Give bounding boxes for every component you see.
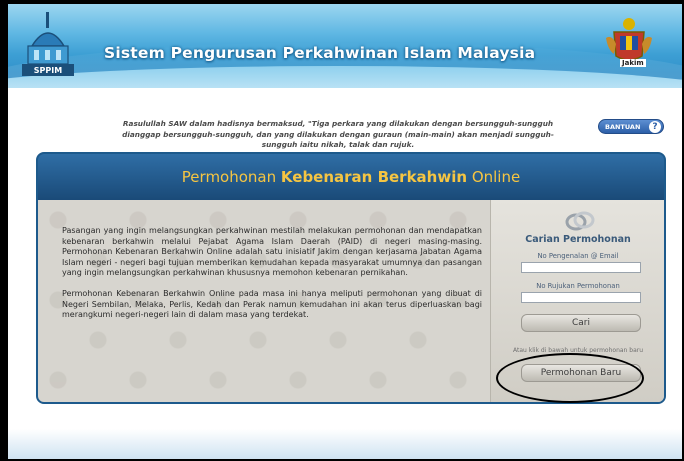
panel-title: Permohonan Kebenaran Berkahwin Online xyxy=(38,168,664,186)
wedding-rings-icon xyxy=(565,211,595,231)
ref-field-label: No Rujukan Permohonan xyxy=(536,282,620,290)
description-paragraph: Permohonan Kebenaran Berkahwin Online pa… xyxy=(62,288,482,320)
id-email-input[interactable] xyxy=(521,262,641,273)
hadith-quote: Rasulullah SAW dalam hadisnya bermaksud,… xyxy=(122,119,554,149)
panel-header: Permohonan Kebenaran Berkahwin Online xyxy=(38,154,664,200)
help-button[interactable]: BANTUAN ? xyxy=(598,119,664,134)
highlight-ellipse xyxy=(496,353,644,403)
description-paragraph: Pasangan yang ingin melangsungkan perkah… xyxy=(62,226,482,278)
description-text: Pasangan yang ingin melangsungkan perkah… xyxy=(62,226,482,331)
sppim-logo-icon: SPPIM xyxy=(22,12,74,76)
panel-title-bold: Kebenaran Berkahwin xyxy=(280,168,468,186)
search-button[interactable]: Cari xyxy=(521,314,641,332)
help-button-label: BANTUAN xyxy=(605,122,641,131)
reference-number-input[interactable] xyxy=(521,292,641,303)
footer-bar xyxy=(8,429,682,459)
panel-title-suffix: Online xyxy=(471,168,521,186)
logo-text: SPPIM xyxy=(34,66,62,75)
crest-label: Jakim xyxy=(620,59,646,67)
question-icon: ? xyxy=(649,120,661,133)
id-field-label: No Pengenalan @ Email xyxy=(537,252,619,260)
page-frame: SPPIM Sistem Pengurusan Perkahwinan Isla… xyxy=(8,4,682,459)
app-title: Sistem Pengurusan Perkahwinan Islam Mala… xyxy=(104,44,536,62)
panel-title-prefix: Permohonan xyxy=(181,168,277,186)
search-title: Carian Permohonan xyxy=(525,234,631,245)
header-banner: SPPIM Sistem Pengurusan Perkahwinan Isla… xyxy=(8,4,682,88)
